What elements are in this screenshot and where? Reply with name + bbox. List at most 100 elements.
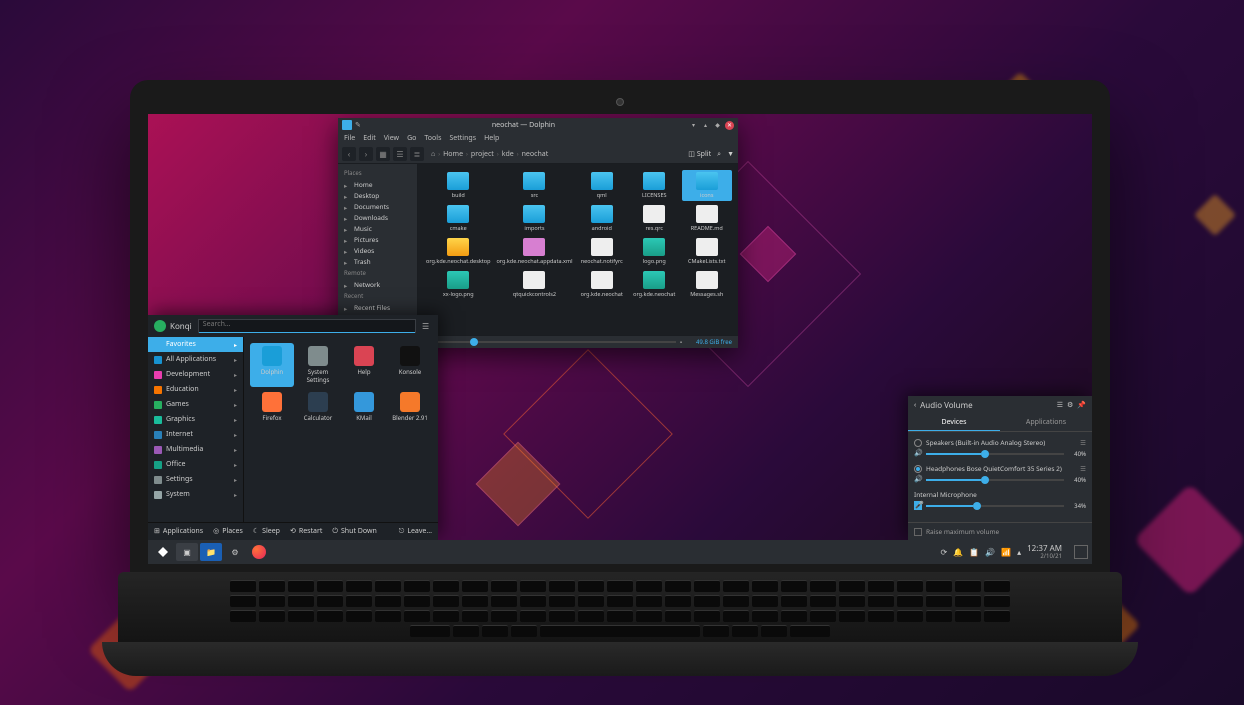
file-item[interactable]: Messages.sh [682, 269, 733, 300]
tray-notification-icon[interactable]: 🔔 [953, 547, 963, 558]
forward-button[interactable]: › [359, 147, 373, 161]
file-item[interactable]: android [577, 203, 627, 234]
place-documents[interactable]: ▸Documents [338, 201, 417, 212]
show-desktop-button[interactable] [1074, 545, 1088, 559]
files-view[interactable]: buildsrcqmlLICENSESicons cmakeimportsandr… [418, 164, 738, 335]
file-item[interactable]: org.kde.neochat [629, 269, 680, 300]
sleep-button[interactable]: ☾Sleep [253, 527, 280, 536]
place-home[interactable]: ▸Home [338, 179, 417, 190]
view-icons-button[interactable]: ▦ [376, 147, 390, 161]
file-item[interactable]: LICENSES [629, 170, 680, 201]
menu-icon[interactable]: ☰ [1080, 438, 1086, 447]
tray-volume-icon[interactable]: 🔊 [985, 547, 995, 558]
menu-help[interactable]: Help [484, 134, 499, 143]
app-konsole[interactable]: Konsole [388, 343, 432, 387]
home-icon[interactable]: ⌂ [431, 150, 435, 159]
file-item[interactable]: icons [682, 170, 733, 201]
menu-icon[interactable]: ☰ [1057, 401, 1063, 410]
menu-edit[interactable]: Edit [363, 134, 376, 143]
category-internet[interactable]: Internet▸ [148, 427, 243, 442]
close-button[interactable]: ✕ [725, 121, 734, 130]
file-item[interactable]: res.qrc [629, 203, 680, 234]
crumb-kde[interactable]: kde [502, 150, 514, 159]
file-item[interactable]: README.md [682, 203, 733, 234]
menu-icon[interactable]: ☰ [1080, 464, 1086, 473]
category-games[interactable]: Games▸ [148, 397, 243, 412]
dolphin-titlebar[interactable]: ✎ neochat — Dolphin ▾ ▴ ◆ ✕ [338, 118, 738, 132]
place-videos[interactable]: ▸Videos [338, 245, 417, 256]
zoom-in-icon[interactable]: ▪ [680, 338, 682, 346]
app-system-settings[interactable]: System Settings [296, 343, 340, 387]
file-item[interactable]: qml [577, 170, 627, 201]
tab-places[interactable]: ◎Places [213, 527, 243, 536]
volume-slider[interactable] [926, 453, 1064, 455]
taskbar-dolphin[interactable]: 📁 [200, 543, 222, 561]
keep-above-button[interactable]: ◆ [713, 121, 722, 130]
crumb-neochat[interactable]: neochat [522, 150, 549, 159]
device-radio[interactable] [914, 439, 922, 447]
category-education[interactable]: Education▸ [148, 382, 243, 397]
user-header[interactable]: Konqi [154, 320, 192, 332]
file-item[interactable]: CMakeLists.txt [682, 236, 733, 267]
maximize-button[interactable]: ▴ [701, 121, 710, 130]
file-item[interactable]: cmake [424, 203, 492, 234]
pin-icon[interactable]: 📌 [1077, 401, 1086, 410]
tray-updates-icon[interactable]: ⟳ [941, 547, 948, 558]
file-item[interactable]: xx-logo.png [424, 269, 492, 300]
speaker-icon[interactable]: 🔊 [914, 475, 922, 484]
tab-applications[interactable]: Applications [1000, 415, 1092, 431]
menu-settings[interactable]: Settings [449, 134, 476, 143]
file-item[interactable]: build [424, 170, 492, 201]
tray-network-icon[interactable]: 📶 [1001, 547, 1011, 558]
category-development[interactable]: Development▸ [148, 367, 243, 382]
file-item[interactable]: qtquickcontrols2 [494, 269, 574, 300]
shutdown-button[interactable]: ⏻Shut Down [332, 527, 376, 536]
launcher-button[interactable] [152, 543, 174, 561]
category-favorites[interactable]: Favorites▸ [148, 337, 243, 352]
category-graphics[interactable]: Graphics▸ [148, 412, 243, 427]
tab-applications[interactable]: ⊞Applications [154, 527, 203, 536]
file-item[interactable]: org.kde.neochat.desktop [424, 236, 492, 267]
menu-view[interactable]: View [384, 134, 399, 143]
volume-slider[interactable] [926, 479, 1064, 481]
app-kmail[interactable]: KMail [342, 389, 386, 425]
category-office[interactable]: Office▸ [148, 457, 243, 472]
device-radio[interactable] [914, 465, 922, 473]
zoom-slider[interactable]: ▫ ▪ [413, 338, 682, 346]
clock[interactable]: 12:37 AM 2/10/21 [1027, 545, 1062, 559]
menu-file[interactable]: File [344, 134, 355, 143]
file-item[interactable]: org.kde.neochat.appdata.xml [494, 236, 574, 267]
category-multimedia[interactable]: Multimedia▸ [148, 442, 243, 457]
configure-icon[interactable]: ⚙ [1067, 401, 1073, 410]
category-system[interactable]: System▸ [148, 487, 243, 502]
filter-icon[interactable]: ▼ [727, 150, 734, 159]
category-settings[interactable]: Settings▸ [148, 472, 243, 487]
raise-max-checkbox[interactable] [914, 528, 922, 536]
file-item[interactable]: src [494, 170, 574, 201]
app-dolphin[interactable]: Dolphin [250, 343, 294, 387]
tray-clipboard-icon[interactable]: 📋 [969, 547, 979, 558]
category-all-applications[interactable]: All Applications▸ [148, 352, 243, 367]
taskbar-firefox[interactable] [248, 543, 270, 561]
tray-chevron-icon[interactable]: ▴ [1017, 547, 1021, 558]
place-network[interactable]: ▸Network [338, 279, 417, 290]
configure-icon[interactable]: ☰ [422, 321, 432, 331]
back-icon[interactable]: ‹ [914, 401, 916, 410]
search-input[interactable]: Search... [198, 319, 416, 333]
app-blender-2-91[interactable]: Blender 2.91 [388, 389, 432, 425]
crumb-home[interactable]: Home [443, 150, 463, 159]
search-icon[interactable]: ⌕ [717, 150, 721, 159]
mic-slider[interactable] [926, 505, 1064, 507]
app-help[interactable]: Help [342, 343, 386, 387]
app-calculator[interactable]: Calculator [296, 389, 340, 425]
view-details-button[interactable]: ≣ [410, 147, 424, 161]
speaker-icon[interactable]: 🔊 [914, 449, 922, 458]
place-downloads[interactable]: ▸Downloads [338, 212, 417, 223]
task-manager-button[interactable]: ▣ [176, 543, 198, 561]
view-compact-button[interactable]: ☰ [393, 147, 407, 161]
restart-button[interactable]: ⟲Restart [290, 527, 322, 536]
menu-tools[interactable]: Tools [424, 134, 441, 143]
app-firefox[interactable]: Firefox [250, 389, 294, 425]
place-pictures[interactable]: ▸Pictures [338, 234, 417, 245]
file-item[interactable]: imports [494, 203, 574, 234]
